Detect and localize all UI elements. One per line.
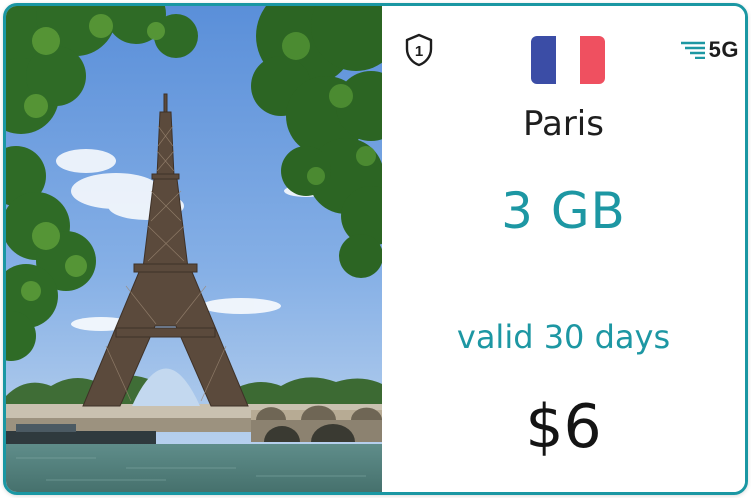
signal-5g-icon [680, 41, 705, 59]
plan-details-panel: 1 5G Paris 3 GB valid 30 days $6 [382, 6, 745, 492]
flag-stripe-white [555, 36, 581, 84]
flag-stripe-blue [531, 36, 556, 84]
destination-city: Paris [523, 104, 604, 144]
network-label: 5G [708, 37, 739, 62]
france-flag-icon [531, 36, 606, 84]
plan-validity: valid 30 days [456, 318, 671, 356]
plan-price: $6 [525, 392, 602, 462]
eiffel-tower-photo [6, 6, 382, 492]
shield-number: 1 [415, 43, 423, 60]
data-amount: 3 GB [501, 182, 626, 240]
shield-number-icon: 1 [404, 33, 434, 67]
flag-stripe-red [580, 36, 606, 84]
esim-plan-card[interactable]: 1 5G Paris 3 GB valid 30 days $6 [3, 3, 748, 495]
network-indicator: 5G [680, 37, 739, 63]
